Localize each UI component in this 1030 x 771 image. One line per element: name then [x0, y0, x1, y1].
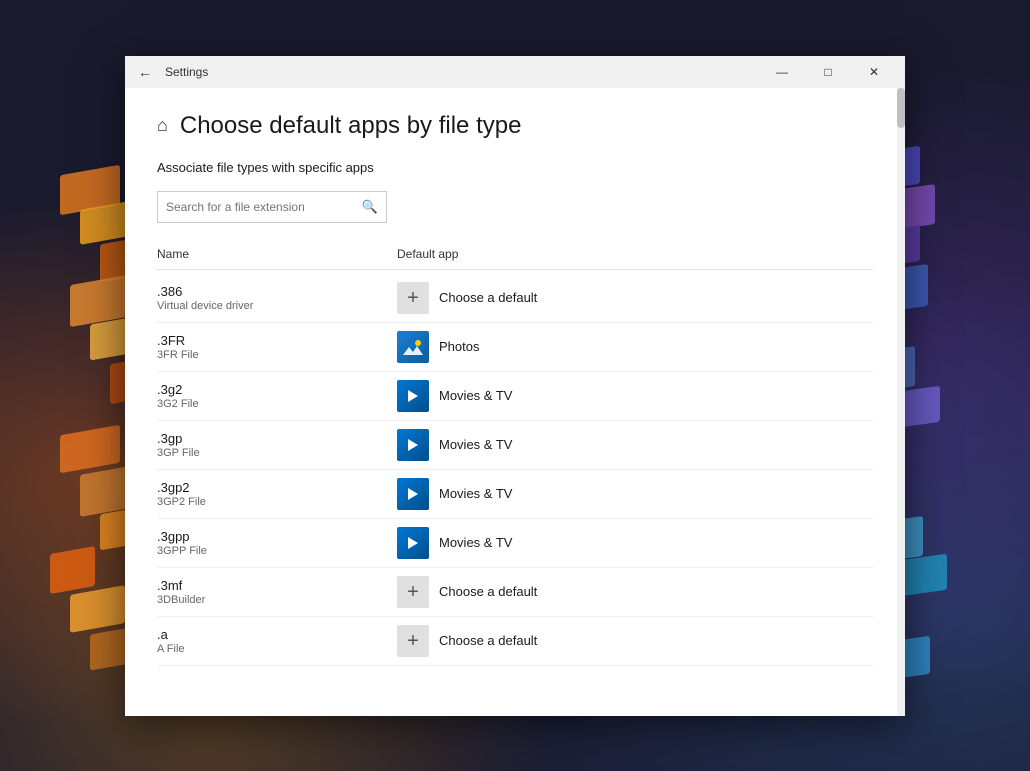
item-extension: .386	[157, 284, 397, 299]
item-description: A File	[157, 643, 397, 655]
file-type-list: .386 Virtual device driver + Choose a de…	[157, 274, 873, 666]
table-row[interactable]: .3gp 3GP File Movies & TV	[157, 421, 873, 470]
page-title: Choose default apps by file type	[180, 112, 522, 140]
item-app[interactable]: + Choose a default	[397, 625, 537, 657]
item-extension: .3mf	[157, 578, 397, 593]
window-controls: — □ ✕	[759, 56, 897, 88]
app-name: Choose a default	[439, 584, 537, 599]
item-info: .3g2 3G2 File	[157, 382, 397, 410]
table-row[interactable]: .3gp2 3GP2 File Movies & TV	[157, 470, 873, 519]
item-app[interactable]: Movies & TV	[397, 380, 512, 412]
item-description: Virtual device driver	[157, 300, 397, 312]
item-app[interactable]: Movies & TV	[397, 527, 512, 559]
table-row[interactable]: .3mf 3DBuilder + Choose a default	[157, 568, 873, 617]
default-icon: +	[397, 576, 429, 608]
item-app[interactable]: Movies & TV	[397, 429, 512, 461]
item-app[interactable]: Photos	[397, 331, 479, 363]
item-app[interactable]: + Choose a default	[397, 576, 537, 608]
search-box[interactable]: 🔍	[157, 191, 387, 223]
table-row[interactable]: .3FR 3FR File Photos	[157, 323, 873, 372]
item-extension: .3gp2	[157, 480, 397, 495]
item-description: 3FR File	[157, 349, 397, 361]
table-row[interactable]: .a A File + Choose a default	[157, 617, 873, 666]
app-name: Choose a default	[439, 633, 537, 648]
item-extension: .3g2	[157, 382, 397, 397]
app-name: Photos	[439, 339, 479, 354]
item-info: .386 Virtual device driver	[157, 284, 397, 312]
app-name: Movies & TV	[439, 535, 512, 550]
movies-icon	[397, 380, 429, 412]
item-info: .3gp 3GP File	[157, 431, 397, 459]
movies-icon	[397, 478, 429, 510]
item-info: .a A File	[157, 627, 397, 655]
item-extension: .3FR	[157, 333, 397, 348]
col-name-header: Name	[157, 247, 397, 261]
close-button[interactable]: ✕	[851, 56, 897, 88]
item-description: 3GPP File	[157, 545, 397, 557]
table-row[interactable]: .3gpp 3GPP File Movies & TV	[157, 519, 873, 568]
search-input[interactable]	[166, 200, 362, 214]
item-info: .3mf 3DBuilder	[157, 578, 397, 606]
photos-icon	[397, 331, 429, 363]
app-name: Movies & TV	[439, 437, 512, 452]
page-subtitle: Associate file types with specific apps	[157, 160, 873, 175]
home-icon[interactable]: ⌂	[157, 115, 168, 136]
item-info: .3gpp 3GPP File	[157, 529, 397, 557]
item-info: .3gp2 3GP2 File	[157, 480, 397, 508]
table-row[interactable]: .3g2 3G2 File Movies & TV	[157, 372, 873, 421]
page-content: ⌂ Choose default apps by file type Assoc…	[125, 88, 905, 716]
item-description: 3DBuilder	[157, 594, 397, 606]
app-name: Choose a default	[439, 290, 537, 305]
default-icon: +	[397, 282, 429, 314]
item-extension: .a	[157, 627, 397, 642]
item-app[interactable]: Movies & TV	[397, 478, 512, 510]
item-description: 3GP2 File	[157, 496, 397, 508]
minimize-button[interactable]: —	[759, 56, 805, 88]
col-app-header: Default app	[397, 247, 458, 261]
table-row[interactable]: .386 Virtual device driver + Choose a de…	[157, 274, 873, 323]
item-description: 3GP File	[157, 447, 397, 459]
maximize-button[interactable]: □	[805, 56, 851, 88]
app-name: Movies & TV	[439, 388, 512, 403]
default-icon: +	[397, 625, 429, 657]
item-extension: .3gpp	[157, 529, 397, 544]
settings-window: ← Settings — □ ✕ ⌂ Choose default apps b…	[125, 56, 905, 716]
search-icon: 🔍	[362, 199, 378, 215]
app-name: Movies & TV	[439, 486, 512, 501]
back-button[interactable]: ←	[133, 60, 157, 84]
item-info: .3FR 3FR File	[157, 333, 397, 361]
item-extension: .3gp	[157, 431, 397, 446]
title-bar: ← Settings — □ ✕	[125, 56, 905, 88]
movies-icon	[397, 527, 429, 559]
item-description: 3G2 File	[157, 398, 397, 410]
window-title: Settings	[165, 65, 759, 79]
page-header: ⌂ Choose default apps by file type	[157, 112, 873, 140]
item-app[interactable]: + Choose a default	[397, 282, 537, 314]
movies-icon	[397, 429, 429, 461]
list-header: Name Default app	[157, 243, 873, 270]
